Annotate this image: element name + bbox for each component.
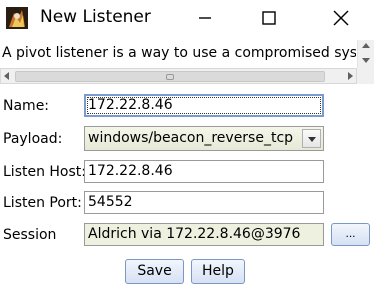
listen-port-field[interactable]: 54552 bbox=[84, 191, 324, 214]
session-browse-button[interactable]: ... bbox=[331, 223, 370, 246]
window-title: New Listener bbox=[40, 7, 151, 27]
listen-host-field[interactable]: 172.22.8.46 bbox=[84, 160, 324, 183]
description-area: A pivot listener is a way to use a compr… bbox=[0, 40, 374, 86]
maximize-icon bbox=[262, 11, 276, 25]
payload-value: windows/beacon_reverse_tcp bbox=[88, 130, 294, 146]
close-icon bbox=[333, 10, 349, 26]
listen-host-label: Listen Host: bbox=[3, 164, 87, 180]
name-label: Name: bbox=[3, 98, 50, 114]
chevron-down-icon[interactable] bbox=[302, 129, 321, 148]
help-button[interactable]: Help bbox=[191, 259, 245, 284]
scroll-corner bbox=[357, 68, 374, 84]
payload-select[interactable]: windows/beacon_reverse_tcp bbox=[84, 126, 324, 151]
title-bar: New Listener bbox=[0, 0, 374, 36]
vertical-scrollbar[interactable] bbox=[357, 40, 374, 68]
minimize-icon bbox=[199, 17, 211, 19]
scroll-up-icon[interactable] bbox=[362, 43, 370, 48]
maximize-button[interactable] bbox=[246, 0, 292, 36]
listen-port-label: Listen Port: bbox=[3, 195, 82, 211]
app-icon bbox=[6, 7, 28, 29]
close-button[interactable] bbox=[318, 0, 364, 36]
name-field[interactable]: 172.22.8.46 bbox=[84, 94, 324, 117]
payload-label: Payload: bbox=[3, 131, 63, 147]
scroll-right-icon[interactable] bbox=[348, 72, 353, 80]
scroll-thumb[interactable] bbox=[15, 71, 325, 82]
session-field: Aldrich via 172.22.8.46@3976 bbox=[84, 223, 324, 246]
minimize-button[interactable] bbox=[182, 0, 228, 36]
session-label: Session bbox=[3, 227, 57, 243]
scroll-down-icon[interactable] bbox=[362, 58, 370, 63]
scroll-left-icon[interactable] bbox=[4, 72, 9, 80]
horizontal-scrollbar[interactable] bbox=[0, 68, 357, 84]
save-button[interactable]: Save bbox=[125, 259, 184, 284]
description-text: A pivot listener is a way to use a compr… bbox=[2, 45, 356, 61]
grip-icon bbox=[166, 74, 174, 80]
